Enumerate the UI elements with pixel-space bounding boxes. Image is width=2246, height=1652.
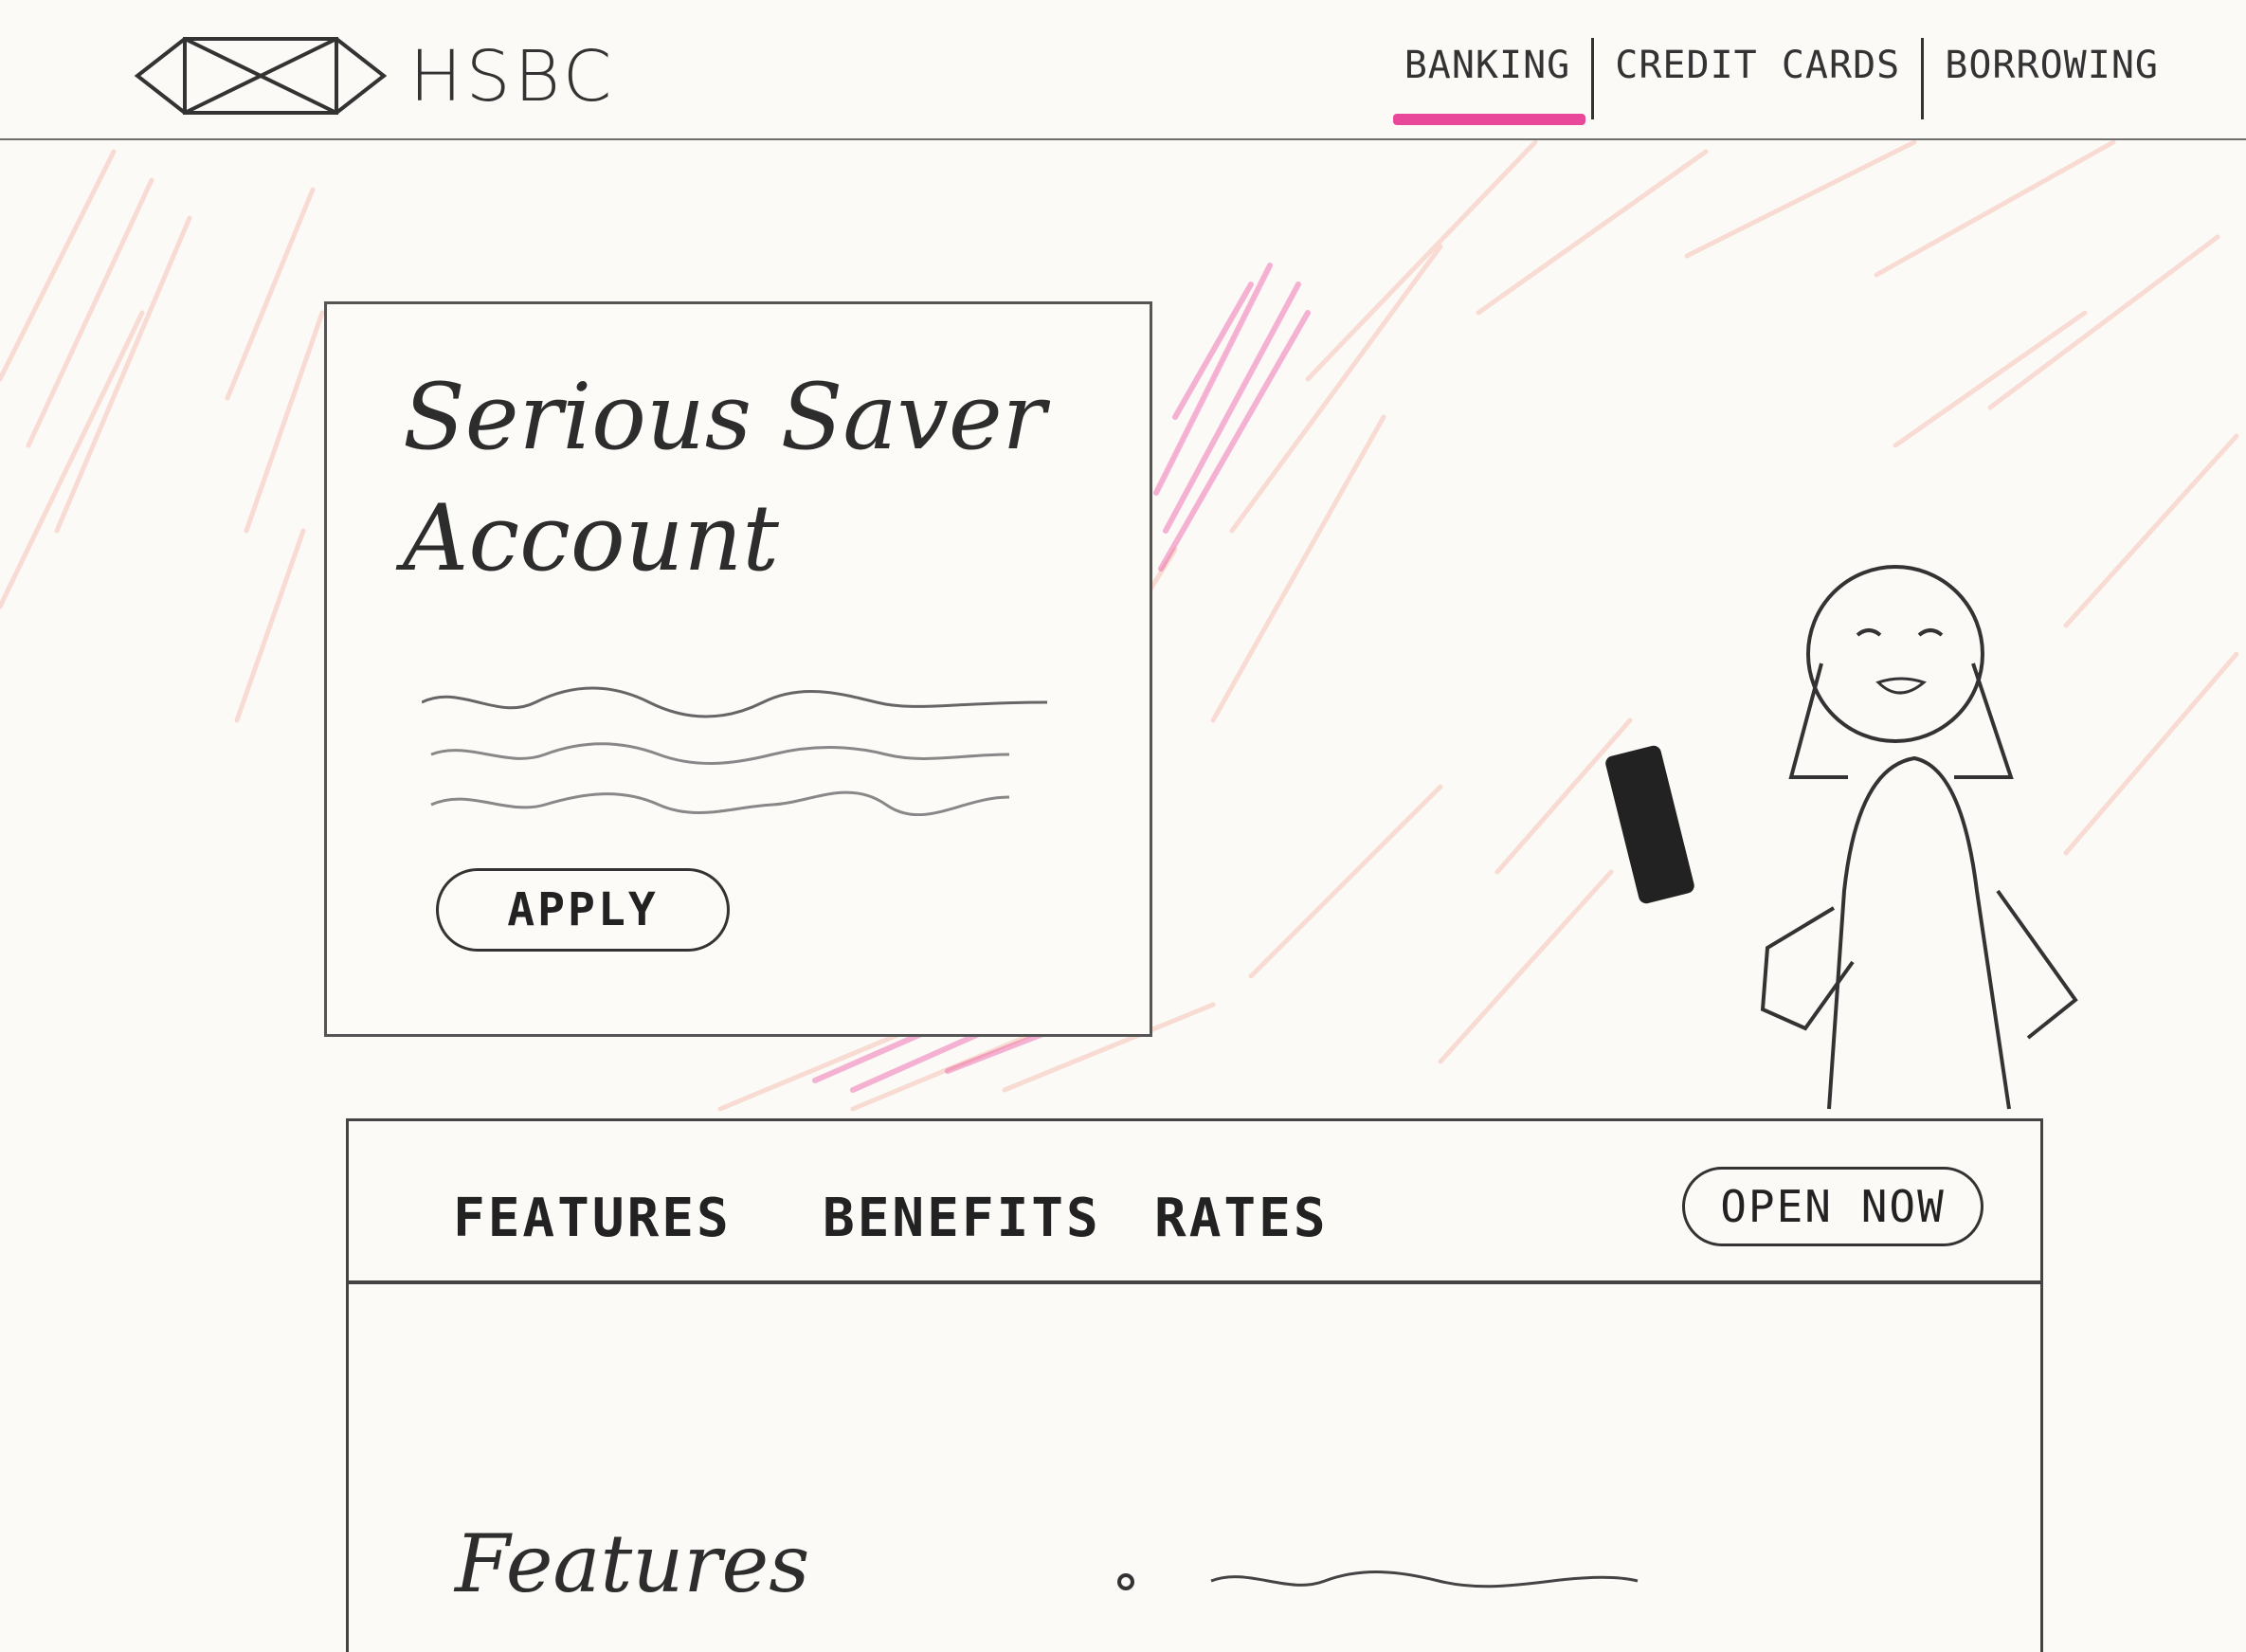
nav-item-banking[interactable]: BANKING (1384, 38, 1592, 125)
hero-card: Serious Saver Account APPLY (324, 301, 1152, 1037)
account-details-panel: FEATURES BENEFITS RATES OPEN NOW Feature… (346, 1118, 2043, 1652)
phone-icon (1605, 745, 1694, 904)
main-nav: BANKING CREDIT CARDS BORROWING (1384, 38, 2180, 125)
hero-title: Serious Saver Account (403, 364, 1046, 591)
tab-features[interactable]: FEATURES (453, 1188, 732, 1249)
top-header: HSBC BANKING CREDIT CARDS BORROWING (0, 0, 2246, 140)
section-tabs: FEATURES BENEFITS RATES OPEN NOW (349, 1121, 2040, 1284)
section-heading: Features (455, 1517, 810, 1610)
apply-button[interactable]: APPLY (436, 868, 730, 952)
nav-item-credit-cards[interactable]: CREDIT CARDS (1591, 38, 1921, 119)
tab-benefits[interactable]: BENEFITS (823, 1188, 1101, 1249)
feature-bullet-placeholder (1117, 1570, 1639, 1590)
woman-with-phone-illustration (1605, 565, 2078, 1110)
placeholder-text-lines (422, 686, 1048, 816)
nav-item-borrowing[interactable]: BORROWING (1921, 38, 2180, 119)
tab-rates[interactable]: RATES (1154, 1188, 1329, 1249)
hsbc-hexagon-logo-icon[interactable] (133, 34, 389, 118)
open-now-button[interactable]: OPEN NOW (1682, 1167, 1983, 1246)
brand-name[interactable]: HSBC (409, 36, 615, 118)
